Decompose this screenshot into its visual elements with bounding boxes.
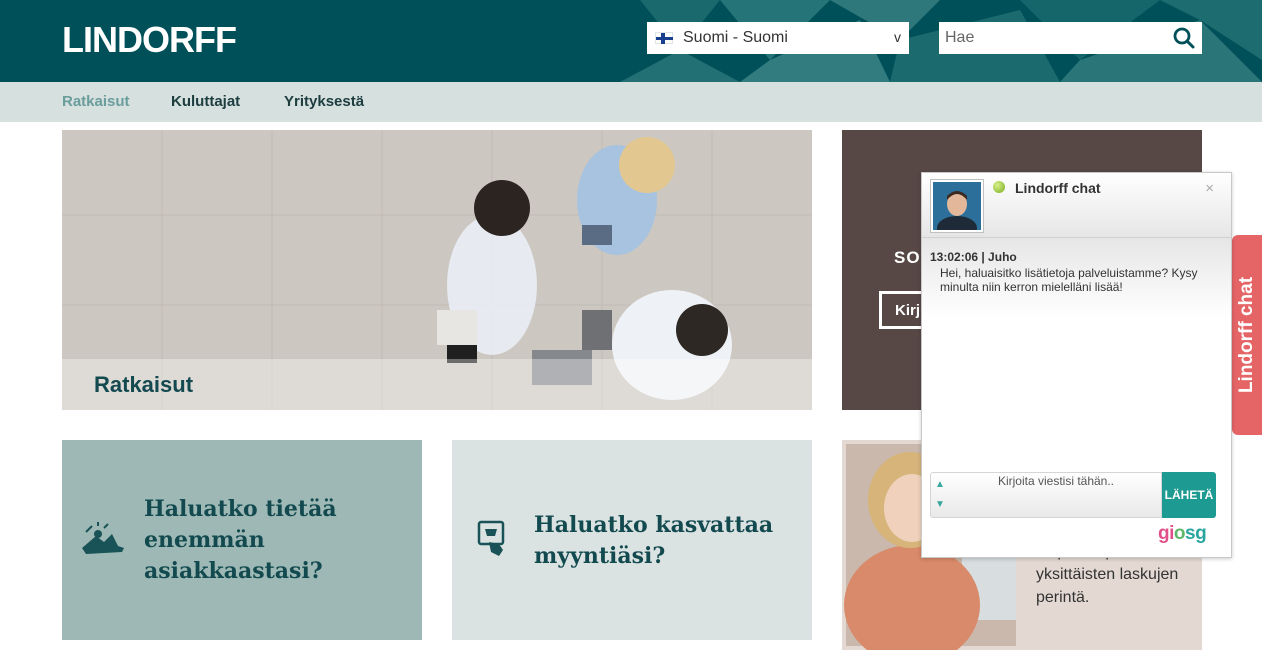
lindorff-logo[interactable]: LINDORFF xyxy=(62,20,237,60)
puzzle-person-icon xyxy=(82,522,124,554)
nav-item-kuluttajat[interactable]: Kuluttajat xyxy=(171,93,240,110)
site-header: LINDORFF Suomi - Suomi v xyxy=(0,0,1262,82)
message-text: Hei, haluaisitko lisätietoja palveluista… xyxy=(940,266,1198,294)
search-input[interactable] xyxy=(939,22,1159,54)
close-icon[interactable]: × xyxy=(1205,180,1214,197)
tile-grow-sales[interactable]: Haluatko kasvattaa myyntiäsi? xyxy=(452,440,812,640)
chat-side-tab[interactable]: Lindorff chat xyxy=(1232,235,1262,435)
send-button[interactable]: LÄHETÄ xyxy=(1162,472,1216,518)
search-icon[interactable] xyxy=(1172,26,1196,50)
search-box xyxy=(939,22,1202,54)
promo-card-title: SO xyxy=(894,248,921,267)
hero-banner[interactable]: Ratkaisut xyxy=(62,130,812,410)
tile-customer-info-text: Haluatko tietää enemmän asiakkaastasi? xyxy=(144,496,337,584)
agent-photo xyxy=(933,182,981,240)
chat-message-input[interactable] xyxy=(949,473,1163,520)
giosg-logo[interactable]: giosg xyxy=(1158,523,1207,545)
chat-header: Lindorff chat × xyxy=(922,173,1231,240)
scroll-down-icon[interactable]: ▼ xyxy=(935,499,945,510)
nav-item-ratkaisut[interactable]: Ratkaisut xyxy=(62,93,130,110)
scroll-up-icon[interactable]: ▲ xyxy=(935,479,945,490)
tile-grow-sales-text: Haluatko kasvattaa myyntiäsi? xyxy=(534,512,774,569)
message-meta: 13:02:06 | Juho xyxy=(930,250,1017,264)
language-select[interactable]: Suomi - Suomi v xyxy=(647,22,909,54)
nav-item-yrityksesta[interactable]: Yrityksestä xyxy=(284,93,364,110)
chat-messages: 13:02:06 | Juho Hei, haluaisitko lisätie… xyxy=(922,238,1231,468)
chat-side-tab-label: Lindorff chat xyxy=(1236,276,1257,394)
main-nav: Ratkaisut Kuluttajat Yrityksestä xyxy=(0,82,1262,122)
tile-customer-info[interactable]: Haluatko tietää enemmän asiakkaastasi? xyxy=(62,440,422,640)
agent-avatar xyxy=(930,179,984,240)
chat-window: Lindorff chat × 13:02:06 | Juho Hei, hal… xyxy=(921,172,1232,558)
online-status-icon xyxy=(993,181,1005,193)
language-label: Suomi - Suomi xyxy=(683,29,788,46)
chat-input-box: ▲ ▼ xyxy=(930,472,1163,520)
cart-hand-icon xyxy=(477,520,505,556)
chat-title: Lindorff chat xyxy=(1015,180,1101,196)
finland-flag-icon xyxy=(655,32,673,44)
chevron-down-icon: v xyxy=(894,29,901,45)
hero-title: Ratkaisut xyxy=(94,372,194,397)
